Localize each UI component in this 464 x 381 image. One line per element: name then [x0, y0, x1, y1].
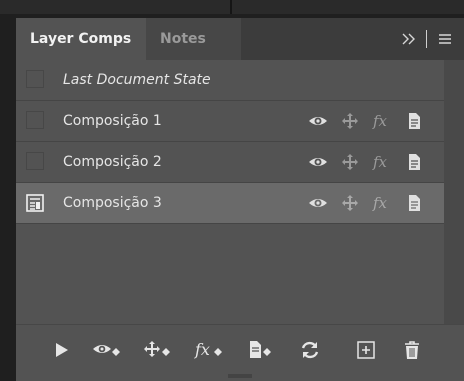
comp-name: Composição 1 — [63, 113, 162, 129]
fx-icon[interactable]: fx — [372, 152, 392, 172]
svg-text:fx: fx — [372, 194, 388, 212]
tab-layer-comps[interactable]: Layer Comps — [16, 18, 146, 60]
eye-icon[interactable] — [308, 193, 328, 213]
move-icon[interactable] — [340, 152, 360, 172]
fx-icon[interactable]: fx — [372, 111, 392, 131]
apply-checkbox[interactable] — [26, 70, 44, 88]
move-icon[interactable] — [340, 111, 360, 131]
move-icon[interactable] — [340, 193, 360, 213]
apply-checkbox[interactable] — [26, 152, 44, 170]
eye-icon[interactable] — [308, 152, 328, 172]
comp-list: Last Document State Composição 1 fx Comp… — [16, 60, 444, 224]
document-icon[interactable] — [404, 193, 424, 213]
trash-icon[interactable] — [400, 339, 424, 361]
strip-divider — [230, 0, 232, 14]
fx-icon[interactable]: fx — [372, 193, 392, 213]
appearance-toggle-icon[interactable]: fx — [194, 339, 226, 361]
document-icon[interactable] — [404, 111, 424, 131]
visibility-toggle-icon[interactable] — [92, 339, 124, 361]
apply-checkbox[interactable] — [26, 111, 44, 129]
list-item-last-document-state[interactable]: Last Document State — [16, 60, 444, 101]
document-icon[interactable] — [404, 152, 424, 172]
resize-grip[interactable] — [228, 374, 252, 378]
doc-state-icon[interactable] — [246, 339, 278, 361]
eye-icon[interactable] — [308, 111, 328, 131]
svg-text:fx: fx — [194, 340, 210, 359]
comp-name: Composição 3 — [63, 195, 162, 211]
new-comp-icon[interactable] — [354, 339, 378, 361]
scrollbar[interactable] — [444, 60, 464, 324]
svg-text:fx: fx — [372, 153, 388, 171]
comp-name: Last Document State — [63, 72, 211, 88]
bottom-toolbar: fx — [16, 324, 464, 373]
tab-separator — [426, 30, 427, 48]
svg-text:fx: fx — [372, 112, 388, 130]
hamburger-menu-icon[interactable] — [436, 29, 454, 49]
tab-notes[interactable]: Notes — [146, 18, 241, 60]
comp-name: Composição 2 — [63, 154, 162, 170]
position-toggle-icon[interactable] — [142, 339, 174, 361]
layer-comps-panel: Layer Comps Notes Last Document State Co… — [16, 18, 464, 381]
active-comp-icon[interactable] — [25, 193, 45, 213]
refresh-icon[interactable] — [298, 339, 322, 361]
list-item-composicao-2[interactable]: Composição 2 fx — [16, 142, 444, 183]
tab-bar: Layer Comps Notes — [16, 18, 464, 60]
top-strip — [0, 0, 464, 14]
list-item-composicao-3[interactable]: Composição 3 fx — [16, 183, 444, 224]
list-item-composicao-1[interactable]: Composição 1 fx — [16, 101, 444, 142]
play-icon[interactable] — [50, 339, 74, 361]
double-chevron-right-icon[interactable] — [400, 29, 418, 49]
